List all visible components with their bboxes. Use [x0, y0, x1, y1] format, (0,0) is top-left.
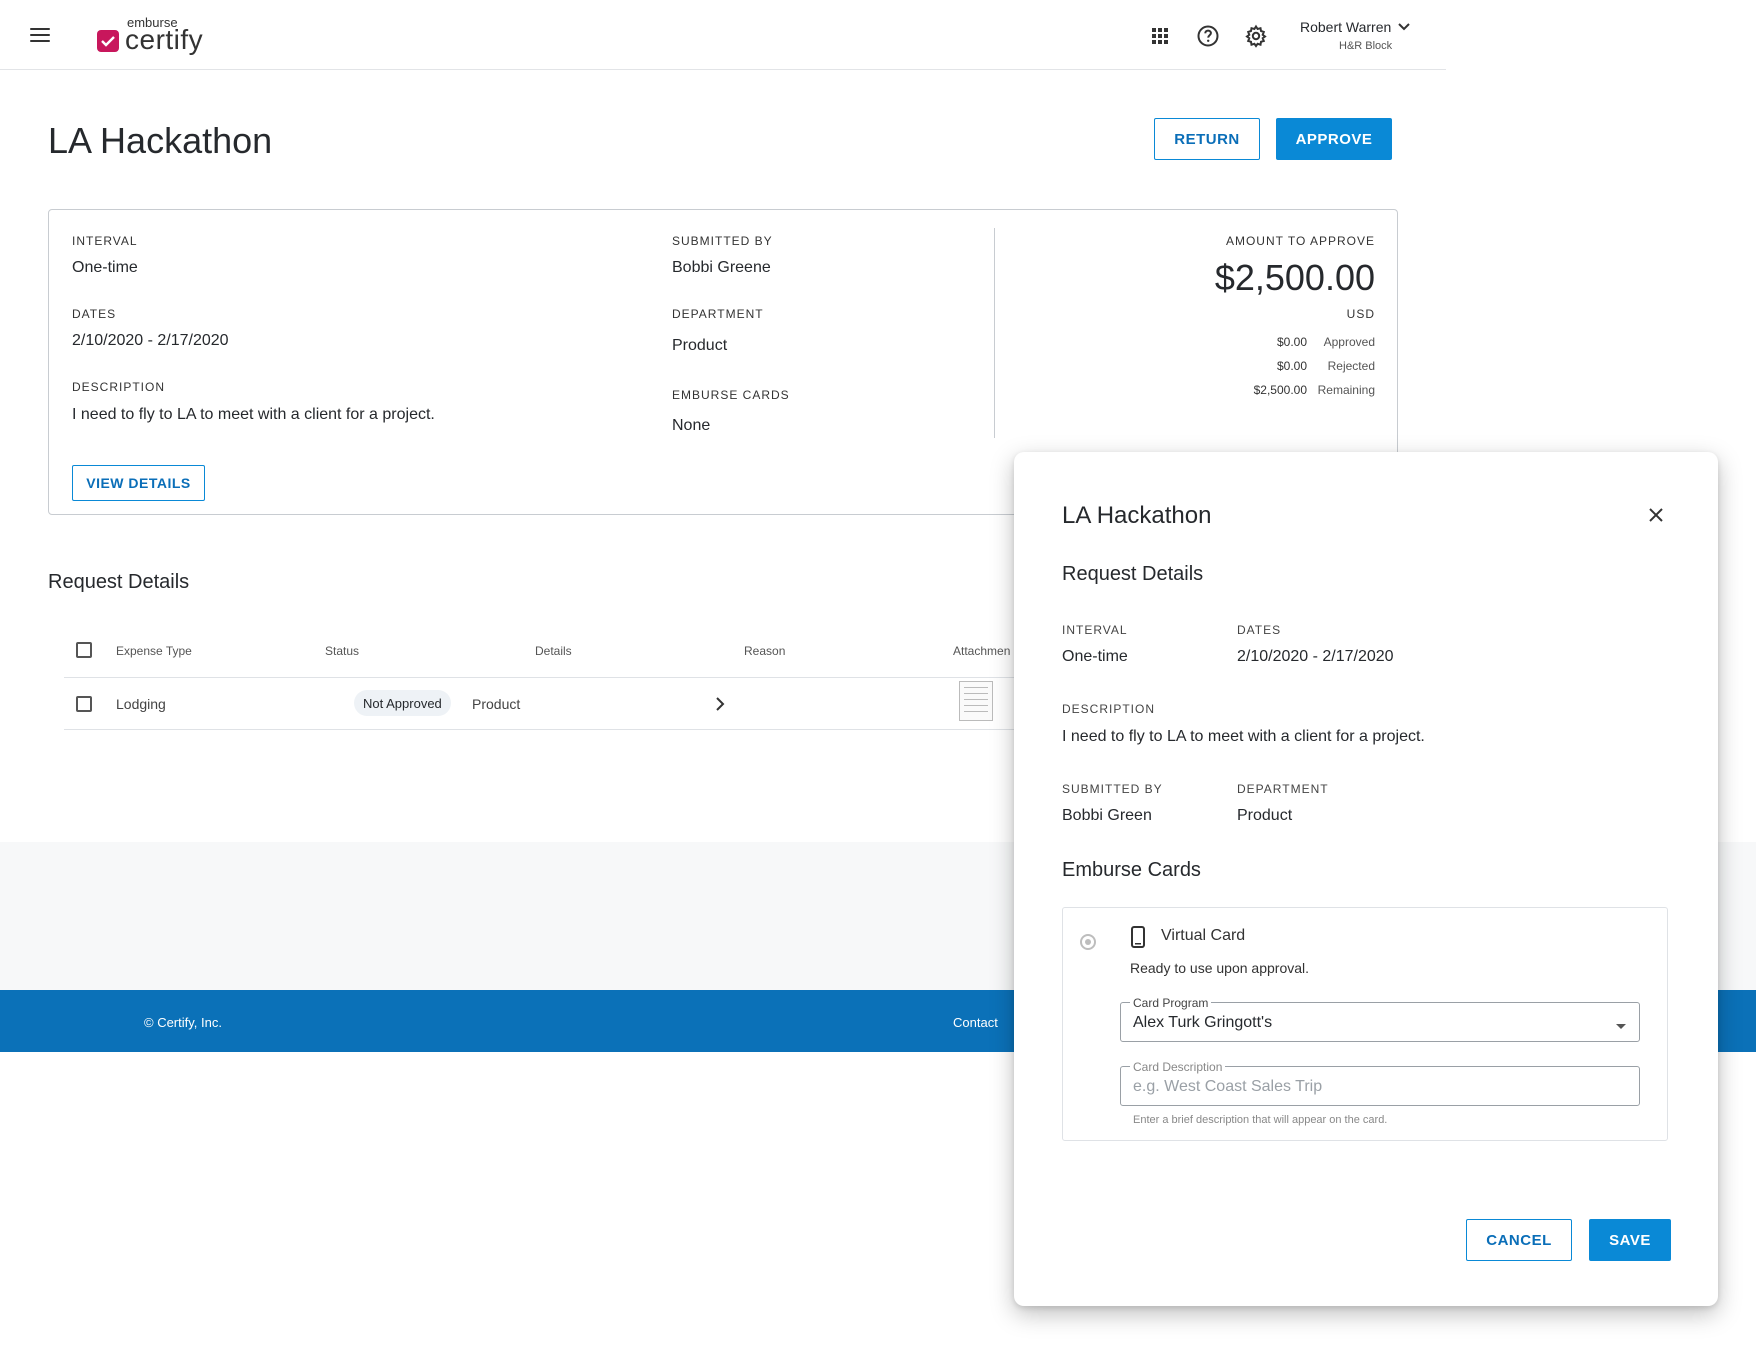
currency-label: USD [1346, 307, 1375, 321]
footer-contact-link[interactable]: Contact [953, 1015, 998, 1030]
department-value: Product [672, 337, 728, 354]
row-expense-type: Lodging [116, 696, 166, 712]
card-description-label: Card Description [1130, 1060, 1226, 1074]
logo-certify-text: certify [125, 24, 204, 55]
chevron-right-icon[interactable] [713, 696, 727, 717]
column-header-attachment[interactable]: Attachmen [953, 644, 1013, 658]
department-label: DEPARTMENT [672, 307, 764, 321]
modal-submitted-by-value: Bobbi Green [1062, 807, 1152, 824]
column-header-details[interactable]: Details [535, 644, 572, 658]
dropdown-arrow-icon[interactable] [1615, 1018, 1627, 1036]
submitted-by-value: Bobbi Greene [672, 259, 771, 276]
request-details-title: Request Details [48, 571, 190, 593]
modal-submitted-by-label: SUBMITTED BY [1062, 782, 1163, 796]
modal-subtitle: Request Details [1062, 563, 1204, 585]
modal-dates-label: DATES [1237, 623, 1282, 637]
cancel-button[interactable]: CANCEL [1466, 1219, 1572, 1261]
row-checkbox[interactable] [76, 696, 92, 712]
amount-to-approve-label: AMOUNT TO APPROVE [1225, 234, 1375, 248]
close-icon[interactable] [1648, 507, 1664, 528]
interval-label: INTERVAL [72, 234, 138, 248]
emburse-cards-label: EMBURSE CARDS [672, 388, 790, 402]
page-title: LA Hackathon [48, 120, 273, 161]
settings-icon[interactable] [1244, 24, 1268, 48]
approved-label: Approved [1323, 335, 1375, 349]
modal-title: LA Hackathon [1062, 502, 1212, 529]
table-row-divider [64, 729, 1014, 730]
attachment-thumbnail[interactable] [959, 681, 993, 721]
user-name[interactable]: Robert Warren [1300, 19, 1391, 35]
view-details-button[interactable]: VIEW DETAILS [72, 465, 205, 501]
approved-amount: $0.00 [1276, 335, 1307, 349]
modal-interval-value: One-time [1062, 648, 1128, 665]
virtual-card-label: Virtual Card [1161, 927, 1246, 944]
modal-department-value: Product [1237, 807, 1293, 824]
emburse-cards-title: Emburse Cards [1062, 859, 1201, 881]
chevron-down-icon[interactable] [1397, 20, 1411, 39]
dates-label: DATES [72, 307, 117, 321]
remaining-label: Remaining [1317, 383, 1375, 397]
summary-divider [994, 228, 995, 438]
modal-dates-value: 2/10/2020 - 2/17/2020 [1237, 648, 1394, 665]
modal-description-label: DESCRIPTION [1062, 702, 1156, 716]
row-details: Product [472, 696, 521, 712]
return-button[interactable]: RETURN [1154, 118, 1260, 160]
footer-copyright: © Certify, Inc. [144, 1015, 222, 1030]
emburse-cards-value: None [672, 417, 711, 434]
certify-logo-icon [97, 30, 119, 52]
phone-icon [1130, 926, 1146, 953]
rejected-amount: $0.00 [1276, 359, 1307, 373]
remaining-amount: $2,500.00 [1253, 383, 1307, 397]
submitted-by-label: SUBMITTED BY [672, 234, 773, 248]
table-header-divider [64, 677, 1014, 678]
save-button[interactable]: SAVE [1589, 1219, 1671, 1261]
interval-value: One-time [72, 259, 138, 276]
description-label: DESCRIPTION [72, 380, 166, 394]
column-header-status[interactable]: Status [325, 644, 359, 658]
column-header-reason[interactable]: Reason [744, 644, 785, 658]
status-badge: Not Approved [354, 690, 451, 716]
rejected-label: Rejected [1327, 359, 1375, 373]
card-description-placeholder: e.g. West Coast Sales Trip [1133, 1078, 1323, 1095]
virtual-card-radio[interactable] [1080, 934, 1096, 950]
apps-grid-icon[interactable] [1148, 24, 1172, 48]
modal-department-label: DEPARTMENT [1237, 782, 1329, 796]
select-all-checkbox[interactable] [76, 642, 92, 658]
description-value: I need to fly to LA to meet with a clien… [72, 406, 435, 423]
top-bar [0, 0, 1446, 70]
modal-interval-label: INTERVAL [1062, 623, 1128, 637]
user-organization: H&R Block [1339, 40, 1393, 52]
dates-value: 2/10/2020 - 2/17/2020 [72, 332, 229, 349]
help-icon[interactable] [1196, 24, 1220, 48]
approve-button[interactable]: APPROVE [1276, 118, 1392, 160]
virtual-card-note: Ready to use upon approval. [1130, 960, 1310, 976]
card-description-helper: Enter a brief description that will appe… [1133, 1114, 1388, 1126]
modal-description-value: I need to fly to LA to meet with a clien… [1062, 728, 1425, 745]
menu-icon[interactable] [30, 28, 50, 42]
amount-to-approve-value: $2,500.00 [1214, 257, 1375, 298]
card-program-label: Card Program [1130, 996, 1212, 1010]
card-program-value: Alex Turk Gringott's [1133, 1014, 1273, 1031]
column-header-expense-type[interactable]: Expense Type [116, 644, 192, 658]
